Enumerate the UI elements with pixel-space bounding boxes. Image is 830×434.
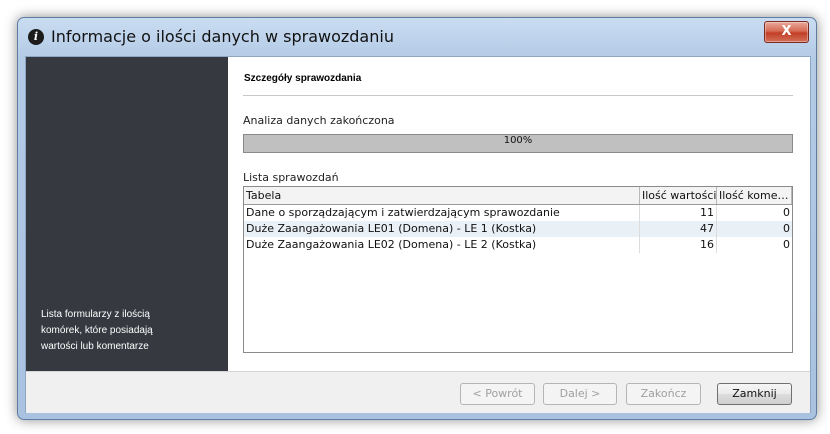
- table-row[interactable]: Duże Zaangażowania LE02 (Domena) - LE 2 …: [244, 237, 792, 253]
- title-bar[interactable]: i Informacje o ilości danych w sprawozda…: [18, 18, 816, 56]
- table-header: Tabela Ilość wartości Ilość komen...: [244, 187, 792, 205]
- row-table-name: Dane o sporządzającym i zatwierdzającym …: [244, 205, 640, 221]
- button-bar: < Powrót Dalej > Zakończ Zamknij: [26, 371, 810, 413]
- dialog-window: i Informacje o ilości danych w sprawozda…: [17, 17, 817, 420]
- row-values-count: 16: [640, 237, 717, 253]
- row-comments-count: 0: [783, 222, 790, 235]
- close-button[interactable]: Zamknij: [717, 383, 792, 405]
- section-title: Szczegóły sprawozdania: [244, 73, 362, 84]
- dialog-body: Lista formularzy z ilością komórek, któr…: [25, 56, 811, 413]
- row-comments-count: 0: [783, 238, 790, 251]
- window-title: Informacje o ilości danych w sprawozdani…: [51, 27, 394, 46]
- column-header-comments-count[interactable]: Ilość komen...: [717, 187, 792, 204]
- back-button[interactable]: < Powrót: [460, 383, 535, 405]
- divider: [243, 95, 793, 96]
- column-header-values-count[interactable]: Ilość wartości: [640, 187, 717, 204]
- table-row[interactable]: Duże Zaangażowania LE01 (Domena) - LE 1 …: [244, 221, 792, 237]
- sidebar-description: Lista formularzy z ilością komórek, któr…: [41, 309, 153, 352]
- info-icon: i: [28, 29, 44, 45]
- sidebar-panel: Lista formularzy z ilością komórek, któr…: [26, 57, 228, 371]
- row-table-name: Duże Zaangażowania LE01 (Domena) - LE 1 …: [244, 221, 640, 237]
- column-header-table[interactable]: Tabela: [244, 187, 640, 204]
- close-window-button[interactable]: X: [764, 21, 809, 43]
- progress-bar: 100%: [243, 134, 793, 153]
- progress-text: 100%: [503, 135, 533, 146]
- table-row[interactable]: Dane o sporządzającym i zatwierdzającym …: [244, 205, 792, 221]
- row-table-name: Duże Zaangażowania LE02 (Domena) - LE 2 …: [244, 237, 640, 253]
- next-button[interactable]: Dalej >: [543, 383, 617, 405]
- row-values-count: 11: [640, 205, 717, 221]
- row-comments-count: 0: [783, 206, 790, 219]
- report-table[interactable]: Tabela Ilość wartości Ilość komen... Dan…: [243, 186, 793, 353]
- report-list-label: Lista sprawozdań: [243, 171, 339, 184]
- analysis-status-label: Analiza danych zakończona: [243, 114, 395, 127]
- content-panel: Szczegóły sprawozdania Analiza danych za…: [228, 57, 810, 371]
- finish-button[interactable]: Zakończ: [626, 383, 701, 405]
- row-values-count: 47: [640, 221, 717, 237]
